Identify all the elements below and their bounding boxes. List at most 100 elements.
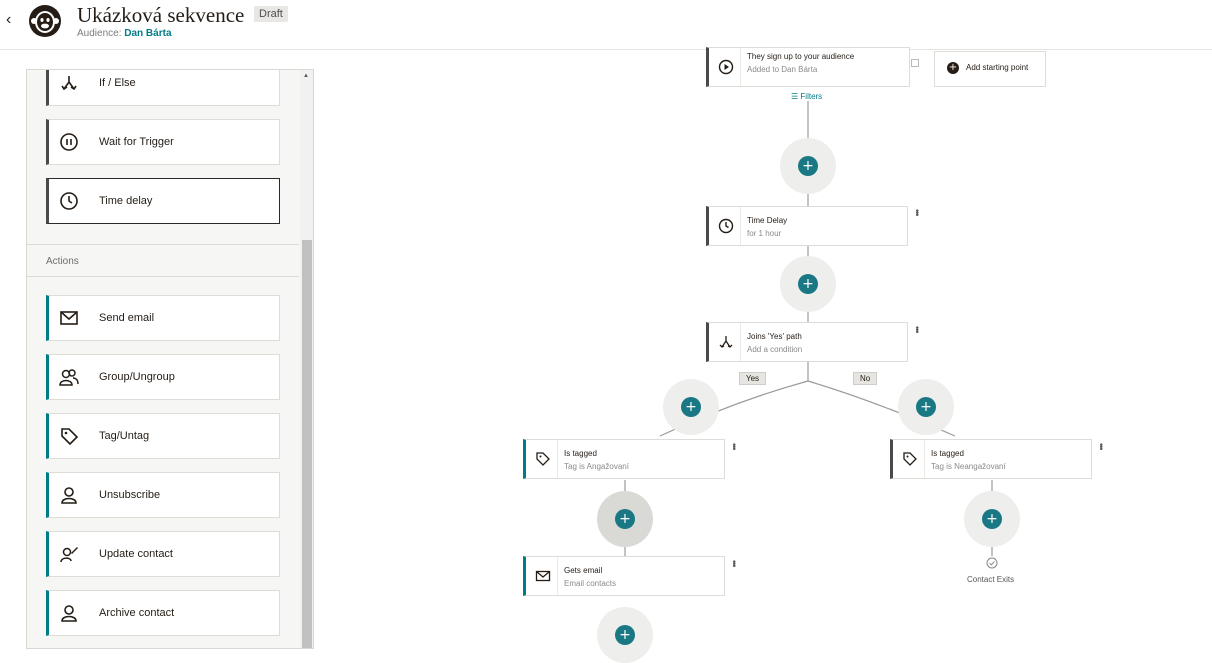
add-step-button[interactable]: +	[982, 509, 1002, 529]
sidebar-item-wait-for-trigger[interactable]: Wait for Trigger	[46, 119, 280, 165]
sidebar-item-group-ungroup[interactable]: Group/Ungroup	[46, 354, 280, 400]
contact-exits-label: Contact Exits	[967, 575, 1015, 584]
group-icon	[59, 369, 79, 386]
add-step-button[interactable]: +	[615, 509, 635, 529]
add-step-button[interactable]: +	[916, 397, 936, 417]
node-menu-icon[interactable]: •••	[912, 326, 922, 332]
add-step-button[interactable]: +	[798, 274, 818, 294]
node-menu-icon[interactable]: •••	[729, 443, 739, 449]
check-circle-icon	[986, 557, 998, 569]
split-icon	[719, 336, 733, 348]
node-subtitle: Added to Dan Bárta	[747, 65, 818, 74]
page-title: Ukázková sekvence	[77, 3, 245, 27]
audience-label: Audience:	[77, 28, 122, 39]
add-step-button[interactable]: +	[681, 397, 701, 417]
top-bar: ‹ Ukázková sekvence Draft Audience: Dan …	[0, 0, 1212, 50]
person-icon	[61, 487, 77, 504]
sidebar-item-unsubscribe[interactable]: Unsubscribe	[46, 472, 280, 518]
sidebar-panel: If / Else Wait for Trigger Time delay Ac…	[26, 69, 314, 649]
mailchimp-logo	[29, 5, 61, 37]
node-separator	[557, 557, 558, 595]
pause-icon	[60, 133, 78, 151]
node-menu-icon[interactable]: •••	[1096, 443, 1106, 449]
tag-icon	[536, 452, 550, 466]
add-step-zone: +	[780, 256, 836, 312]
node-subtitle: Add a condition	[747, 345, 803, 354]
add-step-zone-yes: +	[663, 379, 719, 435]
node-subtitle: Tag is Neangažovaní	[931, 462, 1006, 471]
sidebar-item-label: Time delay	[99, 195, 153, 207]
sidebar-item-if-else[interactable]: If / Else	[46, 70, 280, 106]
sidebar-item-archive-contact[interactable]: Archive contact	[46, 590, 280, 636]
filters-label: Filters	[800, 92, 823, 101]
node-title: Is tagged	[931, 449, 964, 458]
node-separator	[740, 48, 741, 86]
sidebar-item-label: Update contact	[99, 548, 173, 560]
filters-link[interactable]: ☰ Filters	[791, 92, 822, 101]
workflow-canvas: They sign up to your audience Added to D…	[315, 47, 1212, 663]
scroll-up-arrow-icon[interactable]: ▲	[303, 73, 309, 79]
is-tagged-yes-node[interactable]: Is tagged Tag is Angažovaní	[523, 439, 725, 479]
trigger-node[interactable]: They sign up to your audience Added to D…	[706, 47, 910, 87]
envelope-icon	[535, 570, 551, 582]
add-step-zone-no: +	[898, 379, 954, 435]
node-separator	[740, 323, 741, 361]
sidebar-item-label: Tag/Untag	[99, 430, 150, 442]
node-menu-icon[interactable]: •••	[912, 209, 922, 215]
audience-link[interactable]: Dan Bárta	[124, 28, 171, 39]
add-step-button[interactable]: +	[615, 625, 635, 645]
split-icon	[61, 76, 77, 91]
edit-person-icon	[60, 547, 78, 563]
add-step-button[interactable]: +	[798, 156, 818, 176]
node-subtitle: Tag is Angažovaní	[564, 462, 629, 471]
clock-icon	[60, 192, 78, 210]
add-step-zone: +	[780, 138, 836, 194]
sidebar-item-label: Archive contact	[99, 607, 175, 619]
node-subtitle: for 1 hour	[747, 229, 782, 238]
add-step-zone-active: +	[597, 491, 653, 547]
back-arrow-icon[interactable]: ‹	[6, 11, 11, 29]
node-separator	[924, 440, 925, 478]
filter-lines-icon: ☰	[791, 92, 799, 101]
plus-circle-icon: +	[947, 62, 959, 74]
add-starting-point-button[interactable]: + Add starting point	[934, 51, 1046, 87]
sidebar-item-label: Send email	[99, 312, 155, 324]
clock-icon	[718, 218, 734, 234]
node-checkbox[interactable]	[911, 59, 919, 67]
node-separator	[557, 440, 558, 478]
audience-line: Audience: Dan Bárta	[77, 28, 172, 39]
add-step-zone: +	[597, 607, 653, 663]
node-menu-icon[interactable]: •••	[729, 560, 739, 566]
play-icon	[718, 59, 734, 75]
add-starting-point-label: Add starting point	[966, 63, 1029, 72]
sidebar-item-label: Group/Ungroup	[99, 371, 175, 383]
sidebar-item-time-delay[interactable]: Time delay	[46, 178, 280, 224]
node-subtitle: Email contacts	[564, 579, 617, 588]
sidebar-item-label: Unsubscribe	[99, 489, 161, 501]
node-title: Joins 'Yes' path	[747, 332, 802, 341]
sidebar-item-label: If / Else	[99, 77, 136, 89]
tag-icon	[61, 428, 79, 446]
envelope-icon	[60, 311, 78, 325]
no-path-label: No	[853, 372, 878, 385]
add-step-zone: +	[964, 491, 1020, 547]
sidebar-item-send-email[interactable]: Send email	[46, 295, 280, 341]
section-heading: Actions	[46, 256, 79, 267]
scrollbar-thumb[interactable]	[302, 240, 312, 648]
sidebar-item-update-contact[interactable]: Update contact	[46, 531, 280, 577]
actions-section-header: Actions	[27, 244, 299, 277]
person-icon	[61, 605, 77, 622]
node-title: Time Delay	[747, 216, 788, 225]
sidebar-item-tag-untag[interactable]: Tag/Untag	[46, 413, 280, 459]
time-delay-node[interactable]: Time Delay for 1 hour	[706, 206, 908, 246]
condition-node[interactable]: Joins 'Yes' path Add a condition	[706, 322, 908, 362]
node-title: Gets email	[564, 566, 603, 575]
status-badge: Draft	[254, 6, 288, 22]
node-separator	[740, 207, 741, 245]
node-title: They sign up to your audience	[747, 52, 855, 61]
is-tagged-no-node[interactable]: Is tagged Tag is Neangažovaní	[890, 439, 1092, 479]
yes-path-label: Yes	[739, 372, 767, 385]
tag-icon	[903, 452, 917, 466]
gets-email-node[interactable]: Gets email Email contacts	[523, 556, 725, 596]
sidebar-item-label: Wait for Trigger	[99, 136, 174, 148]
